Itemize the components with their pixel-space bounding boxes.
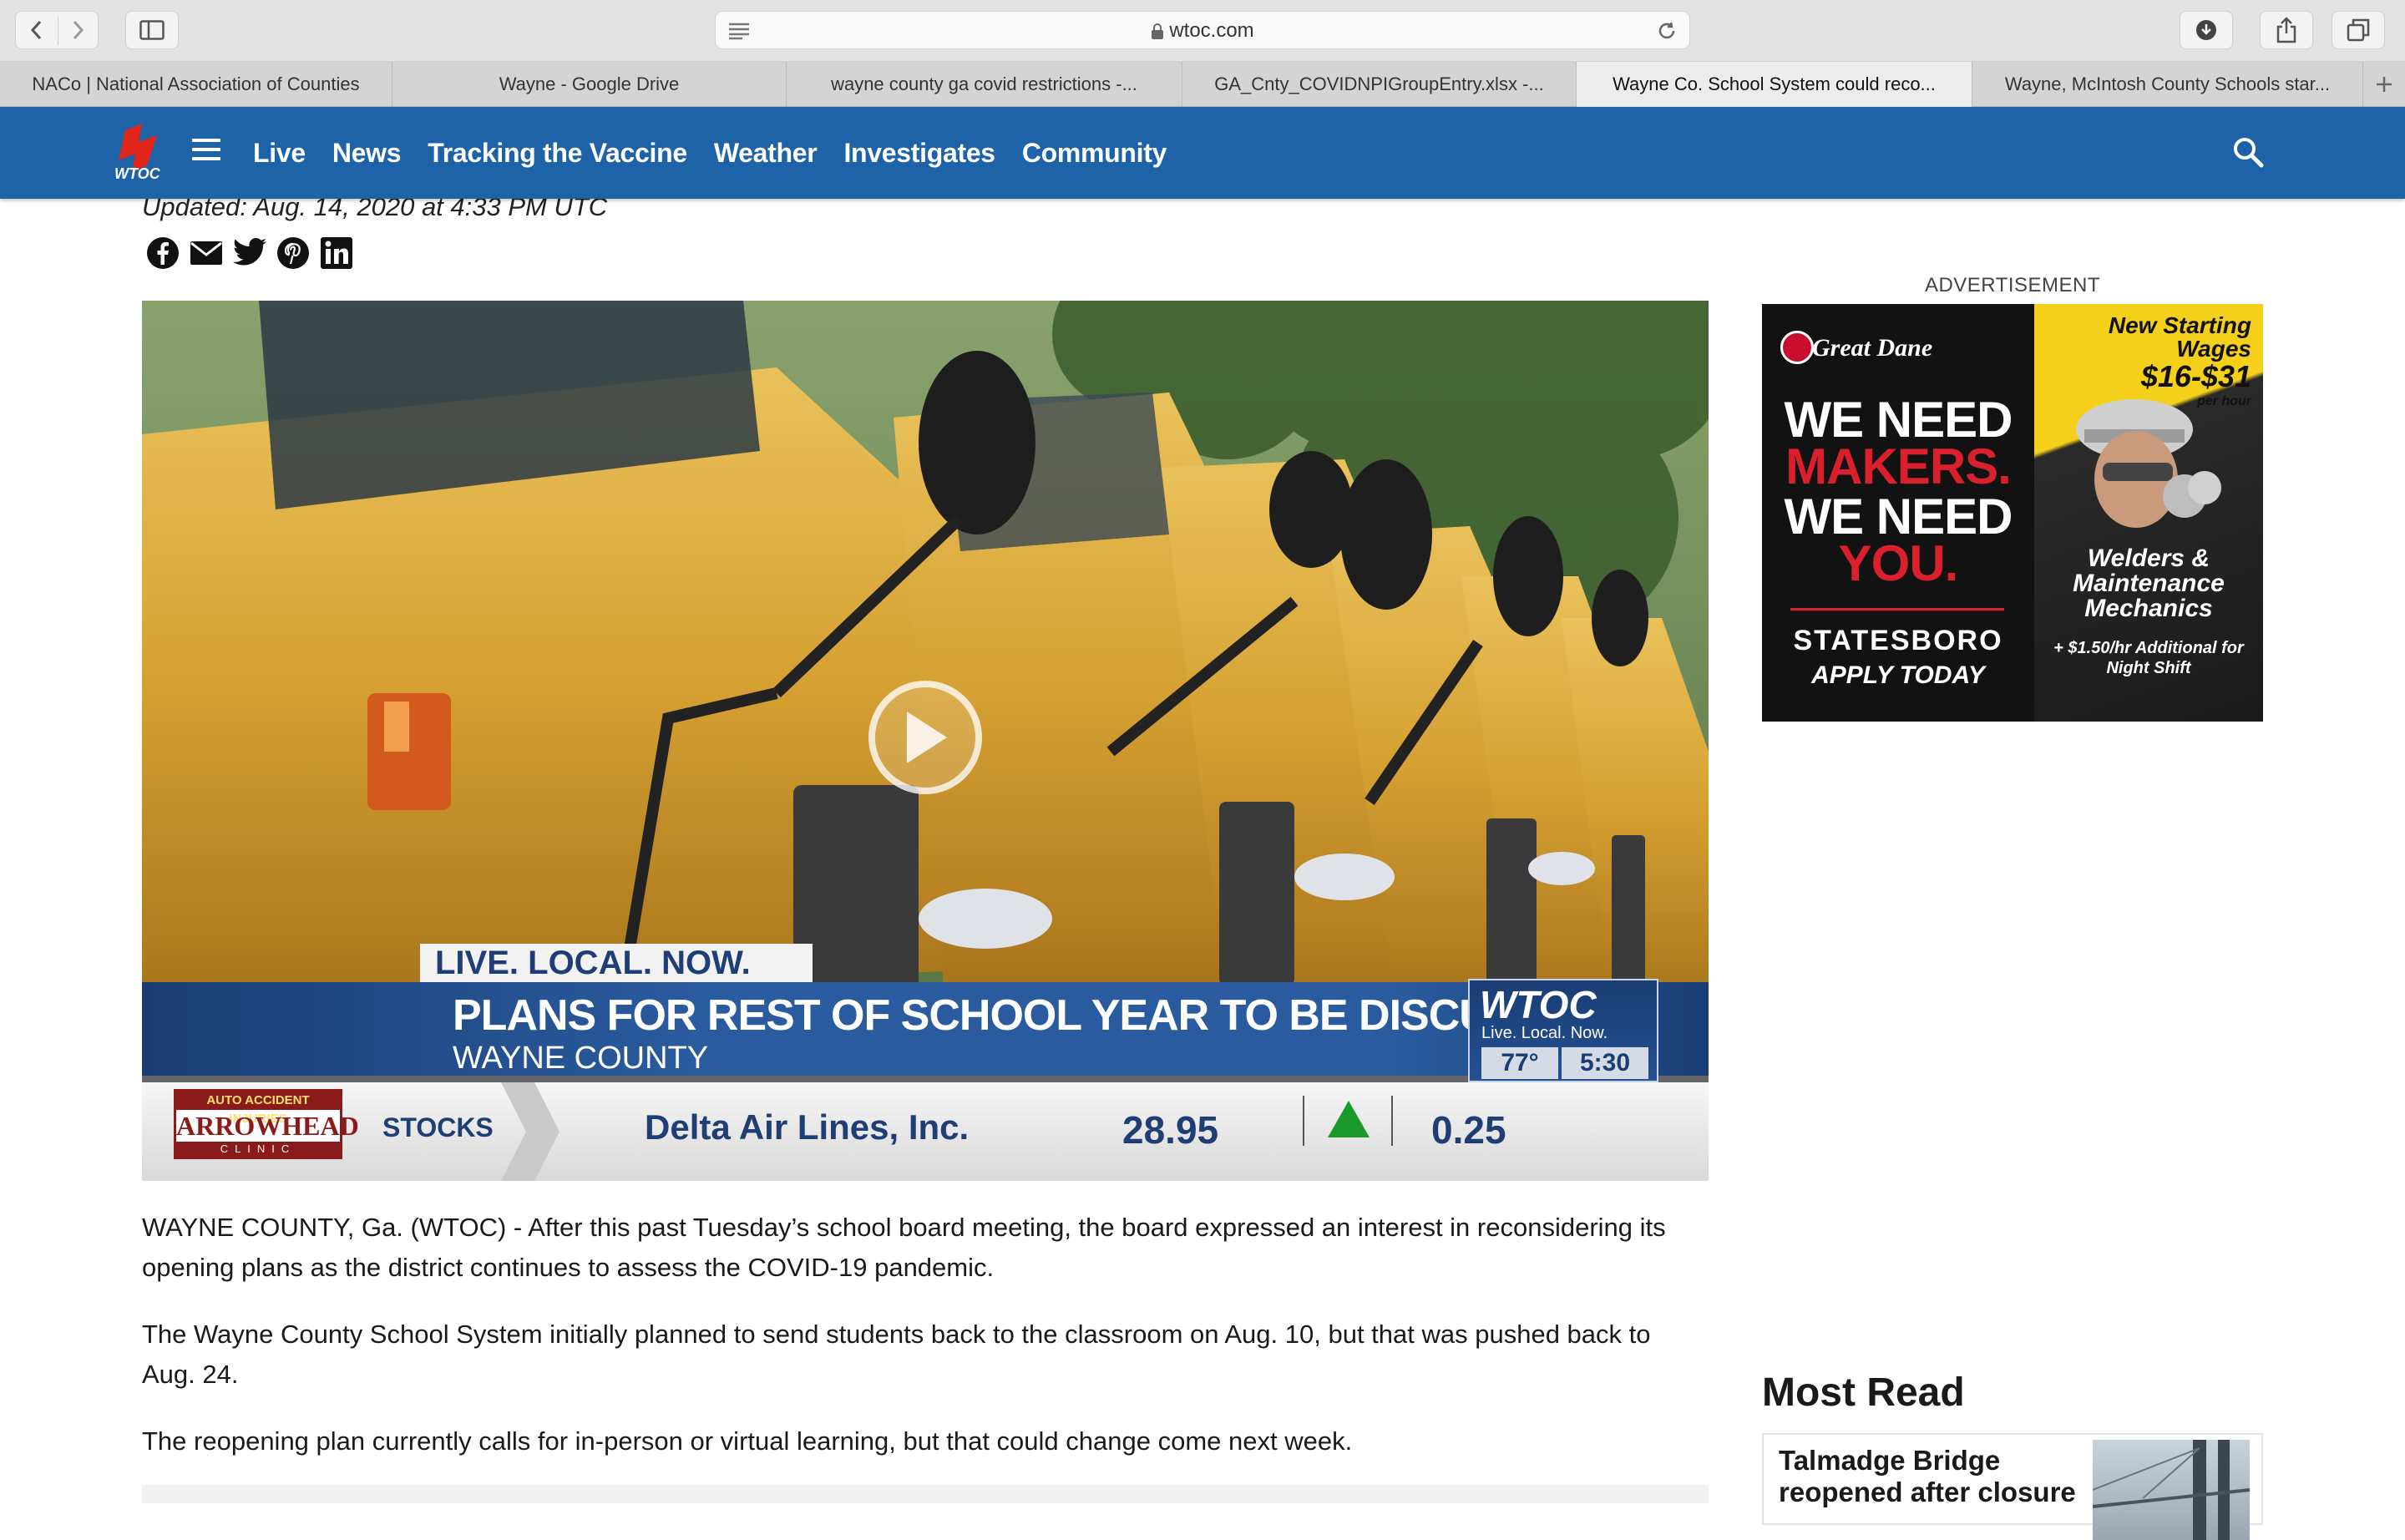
ad-roles: Welders & Maintenance Mechanics (2073, 545, 2225, 622)
tab-wtoc-article[interactable]: Wayne Co. School System could reco... (1577, 62, 1972, 107)
sponsor-logo: AUTO ACCIDENT INJURIES ARROWHEAD CLINIC (174, 1089, 359, 1159)
back-button[interactable] (16, 11, 57, 49)
advertisement[interactable]: Great Dane WE NEED MAKERS. WE NEED YOU. … (1762, 304, 2263, 722)
nav-tracking-vaccine[interactable]: Tracking the Vaccine (428, 136, 687, 170)
forward-button[interactable] (57, 11, 98, 49)
tabs-icon (2347, 18, 2370, 42)
address-bar[interactable]: wtoc.com (715, 11, 1690, 49)
ticker-label: STOCKS (382, 1112, 494, 1142)
ad-right-panel: New Starting Wages $16-$31 per hour Weld… (2034, 304, 2263, 722)
stock-change: 0.25 (1431, 1108, 1506, 1152)
new-tab-button[interactable] (2363, 62, 2405, 107)
ad-headline: New Starting Wages (2108, 312, 2251, 362)
tab-naco[interactable]: NACo | National Association of Counties (0, 62, 392, 107)
url-label: wtoc.com (1169, 19, 1254, 42)
tab-bar: NACo | National Association of Counties … (0, 62, 2405, 107)
twitter-icon[interactable] (232, 236, 267, 271)
ticker-chevron-icon (501, 1082, 559, 1181)
station-bug-name: WTOC (1480, 983, 1597, 1026)
ad-left-panel: Great Dane WE NEED MAKERS. WE NEED YOU. … (1762, 304, 2034, 722)
share-button[interactable] (2260, 11, 2313, 49)
article-paragraph: WAYNE COUNTY, Ga. (WTOC) - After this pa… (142, 1213, 1666, 1282)
url-text: wtoc.com (716, 12, 1689, 50)
ad-brand: Great Dane (1812, 334, 1933, 362)
ad-bonus: + $1.50/hr Additional for Night Shift (2053, 639, 2244, 677)
play-icon (907, 712, 947, 763)
share-icon (2276, 17, 2296, 43)
svg-text:WTOC: WTOC (114, 165, 161, 180)
search-icon (2234, 138, 2264, 168)
tab-google-drive[interactable]: Wayne - Google Drive (392, 62, 787, 107)
browser-toolbar: wtoc.com (0, 0, 2405, 62)
most-read-thumbnail[interactable] (2093, 1440, 2250, 1540)
site-search-button[interactable] (2231, 135, 2265, 173)
ad-wage: $16-$31 (2140, 359, 2251, 393)
ad-label: ADVERTISEMENT (1924, 274, 2101, 296)
email-icon[interactable] (189, 236, 224, 271)
ad-line-2: MAKERS. (1785, 438, 2012, 494)
video-tag: LIVE. LOCAL. NOW. (420, 944, 813, 982)
sponsor-name: ARROWHEAD (176, 1111, 359, 1141)
tab-spreadsheet[interactable]: GA_Cnty_COVIDNPIGroupEntry.xlsx -... (1182, 62, 1577, 107)
sponsor-bottom: CLINIC (176, 1142, 340, 1157)
wtoc-logo[interactable]: WTOC (114, 124, 169, 182)
sidebar-toggle-button[interactable] (125, 11, 179, 49)
most-read-heading: Most Read (1762, 1370, 1965, 1415)
nav-buttons (15, 11, 99, 49)
chevron-left-icon (30, 20, 41, 40)
stock-price: 28.95 (1122, 1108, 1219, 1152)
lock-icon (1152, 23, 1164, 39)
article-body: WAYNE COUNTY, Ga. (WTOC) - After this pa… (142, 1208, 1709, 1488)
share-bar (145, 236, 354, 271)
reload-icon[interactable] (1656, 20, 1678, 42)
download-icon (2196, 20, 2216, 40)
article-video[interactable]: LIVE. LOCAL. NOW. PLANS FOR REST OF SCHO… (142, 301, 1709, 1181)
ad-city: STATESBORO (1793, 625, 2003, 656)
great-dane-logo-icon (1780, 331, 1814, 364)
station-bug-temp: 77° (1481, 1047, 1558, 1079)
most-read-item[interactable]: Talmadge Bridge reopened after closure (1762, 1433, 2263, 1540)
video-subhead: WAYNE COUNTY (453, 1041, 709, 1076)
ad-line-4: YOU. (1838, 535, 1959, 591)
nav-investigates[interactable]: Investigates (843, 136, 995, 170)
nav-community[interactable]: Community (1022, 136, 1167, 170)
article-paragraph: The reopening plan currently calls for i… (142, 1426, 1353, 1456)
most-read-item-title[interactable]: Talmadge Bridge reopened after closure (1779, 1445, 2096, 1508)
article-paragraph: The Wayne County School System initially… (142, 1320, 1651, 1389)
wtoc-logo-icon: WTOC (114, 124, 161, 182)
station-bug-time: 5:30 (1562, 1047, 1648, 1079)
menu-button[interactable] (192, 139, 220, 164)
station-bug-tagline: Live. Local. Now. (1481, 1024, 1608, 1042)
facebook-icon[interactable] (145, 236, 180, 271)
plus-icon (2377, 77, 2392, 92)
nav-live[interactable]: Live (253, 136, 306, 170)
nav-news[interactable]: News (332, 136, 402, 170)
welder-photo (2076, 399, 2221, 528)
stock-ticker: AUTO ACCIDENT INJURIES ARROWHEAD CLINIC … (142, 1082, 1709, 1181)
tab-wayne-mcintosh[interactable]: Wayne, McIntosh County Schools star... (1972, 62, 2363, 107)
ad-cta: APPLY TODAY (1811, 661, 1985, 689)
tabs-overview-button[interactable] (2332, 11, 2385, 49)
stock-name: Delta Air Lines, Inc. (645, 1107, 970, 1147)
linkedin-icon[interactable] (319, 236, 354, 271)
main-nav: Live News Tracking the Vaccine Weather I… (253, 136, 1167, 170)
sponsor-top: AUTO ACCIDENT INJURIES (176, 1092, 340, 1126)
station-bug: WTOC Live. Local. Now. 77° 5:30 (1468, 979, 1658, 1082)
pinterest-icon[interactable] (276, 236, 311, 271)
chevron-right-icon (73, 20, 84, 40)
downloads-button[interactable] (2180, 11, 2233, 49)
nav-weather[interactable]: Weather (714, 136, 818, 170)
play-button[interactable] (868, 681, 982, 794)
arrow-up-icon (1328, 1101, 1370, 1137)
sidebar-icon (139, 20, 165, 40)
tab-covid-search[interactable]: wayne county ga covid restrictions -... (787, 62, 1182, 107)
article-divider (142, 1485, 1709, 1503)
video-headline: PLANS FOR REST OF SCHOOL YEAR TO BE DISC… (453, 991, 1605, 1040)
